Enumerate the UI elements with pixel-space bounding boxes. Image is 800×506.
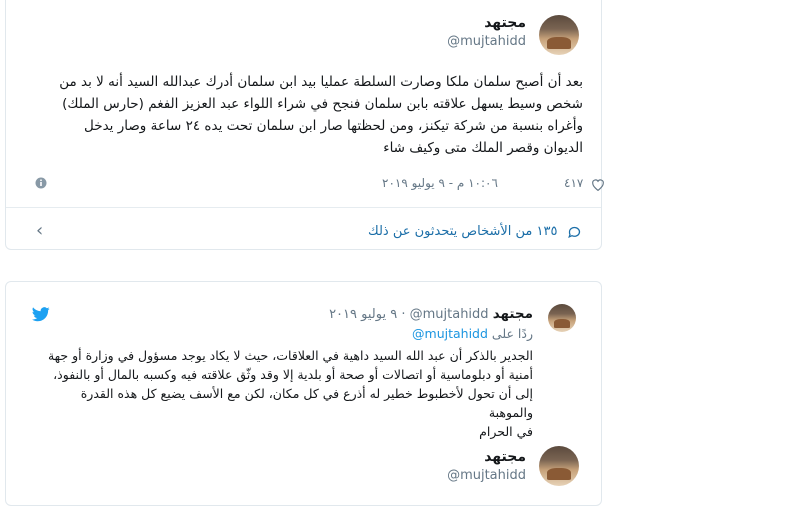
tweet-timestamp[interactable]: ١٠:٠٦ م - ٩ يوليو ٢٠١٩: [382, 176, 498, 190]
info-icon[interactable]: [34, 176, 48, 190]
avatar[interactable]: [539, 446, 579, 486]
author-block[interactable]: مجتهد @mujtahidd: [447, 15, 526, 49]
author-handle[interactable]: @mujtahidd: [447, 468, 526, 483]
heart-icon[interactable]: [590, 176, 606, 192]
author-line[interactable]: مجتهد @mujtahidd · ٩ يوليو ٢٠١٩: [329, 306, 533, 322]
like-count: ٤١٧: [564, 176, 584, 190]
author-name[interactable]: مجتهد: [447, 449, 526, 465]
avatar[interactable]: [548, 304, 576, 332]
author-block[interactable]: مجتهد @mujtahidd: [447, 449, 526, 483]
reply-handle[interactable]: @mujtahidd: [412, 326, 488, 341]
author-handle[interactable]: @mujtahidd: [410, 307, 489, 322]
avatar[interactable]: [539, 15, 579, 55]
tweet-text: الجدير بالذكر أن عبد الله السيد داهية في…: [47, 348, 533, 439]
reply-prefix: ردًا على: [491, 326, 533, 341]
author-handle[interactable]: @mujtahidd: [447, 34, 526, 49]
twitter-bird-icon[interactable]: [32, 306, 50, 322]
divider: [6, 207, 601, 208]
tweet-text: بعد أن أصبح سلمان ملكا وصارت السلطة عملي…: [59, 74, 583, 156]
tweet-card-2: مجتهد @mujtahidd · ٩ يوليو ٢٠١٩ ردًا على…: [5, 281, 602, 506]
chevron-left-icon[interactable]: ‹: [36, 220, 43, 241]
conversation-link[interactable]: ١٣٥ من الأشخاص يتحدثون عن ذلك: [368, 224, 557, 239]
reply-context: ردًا على @mujtahidd: [412, 326, 533, 341]
tweet-date[interactable]: · ٩ يوليو ٢٠١٩: [329, 307, 405, 322]
author-name[interactable]: مجتهد: [493, 306, 533, 322]
author-name[interactable]: مجتهد: [447, 15, 526, 31]
chat-bubble-icon[interactable]: [565, 223, 583, 241]
tweet-card-1: مجتهد @mujtahidd بعد أن أصبح سلمان ملكا …: [5, 0, 604, 250]
